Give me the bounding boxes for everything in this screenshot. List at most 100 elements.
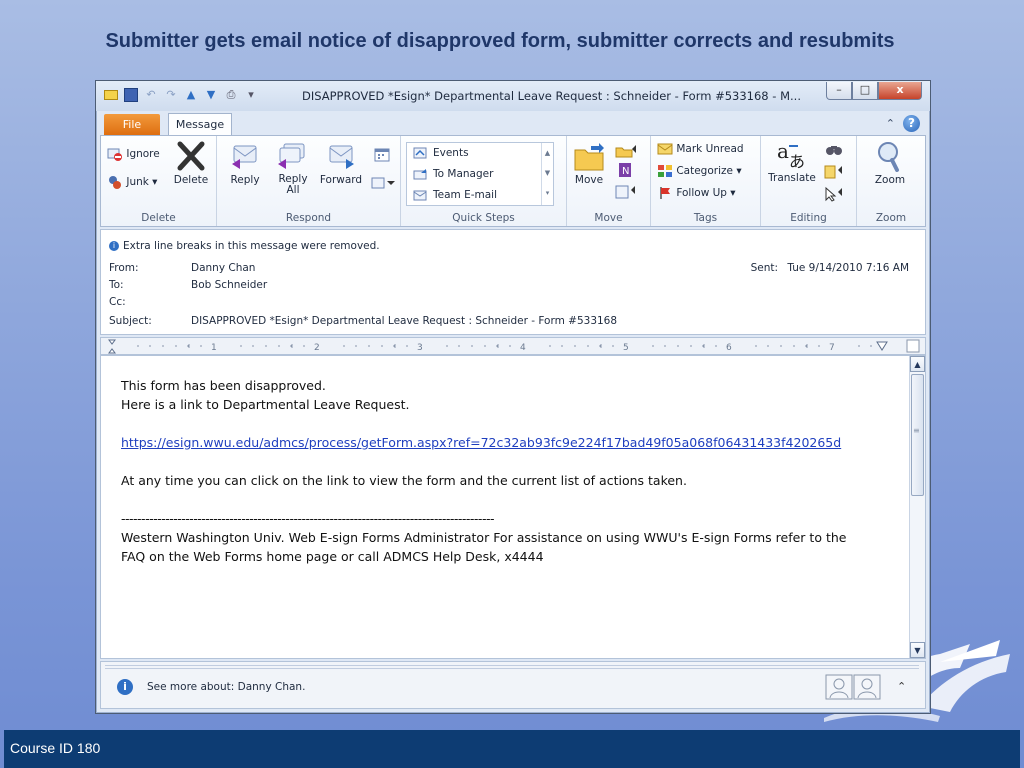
see-more-about[interactable]: See more about: Danny Chan. — [147, 681, 305, 693]
ruler-graphic: 1 2 3 4 5 6 7 — [108, 339, 920, 354]
svg-text:7: 7 — [829, 343, 835, 353]
minimize-button[interactable]: – — [826, 82, 852, 100]
tags-group-label: Tags — [693, 212, 718, 224]
quick-step-team-email[interactable]: Team E-mail — [413, 188, 497, 202]
scroll-grip-icon: ≡ — [913, 426, 920, 435]
message-body[interactable]: This form has been disapproved. Here is … — [100, 355, 926, 659]
quick-steps-group-label: Quick Steps — [452, 212, 515, 224]
magnifier-icon — [878, 142, 899, 172]
related-icon[interactable] — [823, 164, 845, 180]
meeting-icon[interactable] — [373, 146, 391, 164]
maximize-button[interactable]: □ — [852, 82, 878, 100]
find-icon[interactable] — [825, 142, 843, 158]
customize-toolbar-icon[interactable]: ▾ — [244, 88, 258, 102]
window-title: DISAPPROVED *Esign* Departmental Leave R… — [302, 89, 801, 103]
redo-icon[interactable]: ↷ — [164, 88, 178, 102]
body-scrollbar[interactable]: ▲ ≡ ▼ — [909, 356, 925, 658]
actions-icon[interactable] — [615, 184, 637, 200]
categorize-icon — [658, 165, 672, 177]
ignore-button[interactable]: Ignore — [107, 146, 160, 162]
message-header: i Extra line breaks in this message were … — [100, 229, 926, 335]
zoom-group-label: Zoom — [875, 212, 907, 224]
delete-button[interactable]: Delete — [171, 140, 211, 186]
zoom-group: Zoom Zoom — [857, 136, 925, 226]
svg-text:1: 1 — [211, 343, 217, 353]
title-bar: ↶ ↷ ▲ ▼ ⎙ ▾ DISAPPROVED *Esign* Departme… — [96, 81, 930, 111]
onenote-icon[interactable]: N — [617, 162, 633, 178]
close-button[interactable]: x — [878, 82, 922, 100]
subject-value: DISAPPROVED *Esign* Departmental Leave R… — [191, 315, 618, 327]
more-respond-icon[interactable] — [371, 176, 395, 190]
people-pane-divider[interactable] — [105, 665, 919, 669]
info-bar[interactable]: i Extra line breaks in this message were … — [109, 240, 380, 252]
subject-label: Subject: — [109, 315, 152, 327]
ruler[interactable]: 1 2 3 4 5 6 7 — [100, 337, 926, 355]
from-value[interactable]: Danny Chan — [191, 262, 255, 274]
collapse-ribbon-icon[interactable]: ⌃ — [886, 117, 895, 130]
scroll-down-arrow[interactable]: ▼ — [910, 642, 925, 658]
svg-text:6: 6 — [726, 343, 732, 353]
people-info-icon: i — [117, 679, 133, 695]
expand-people-pane-icon[interactable]: ⌃ — [897, 680, 906, 693]
zoom-button[interactable]: Zoom — [865, 140, 915, 186]
reply-all-button[interactable]: Reply All — [271, 142, 315, 196]
svg-text:5: 5 — [623, 343, 629, 353]
scroll-up-arrow[interactable]: ▲ — [910, 356, 925, 372]
quick-step-to-manager[interactable]: To Manager — [413, 167, 493, 181]
mark-unread-button[interactable]: Mark Unread — [657, 142, 744, 156]
to-manager-icon — [413, 169, 427, 180]
slide-footer: Course ID 180 — [4, 730, 1020, 768]
rules-icon[interactable] — [615, 142, 637, 158]
select-icon[interactable] — [823, 186, 845, 202]
save-icon[interactable] — [124, 88, 138, 102]
junk-icon — [109, 176, 121, 189]
svg-text:N: N — [622, 166, 629, 177]
sent-value: Tue 9/14/2010 7:16 AM — [787, 262, 909, 274]
from-label: From: — [109, 262, 139, 274]
undo-icon[interactable]: ↶ — [144, 88, 158, 102]
svg-text:3: 3 — [417, 343, 423, 353]
scroll-thumb[interactable] — [911, 374, 924, 496]
forward-button[interactable]: Forward — [317, 142, 365, 186]
tags-group: Mark Unread Categorize ▾ Follow Up ▾ Tag… — [651, 136, 761, 226]
delete-group-label: Delete — [141, 212, 176, 224]
ribbon-tabs: File Message ⌃ ? — [96, 111, 930, 135]
ribbon: Ignore Junk ▾ Delete Delete Reply Reply … — [100, 135, 926, 227]
help-icon[interactable]: ? — [903, 115, 920, 132]
signature-line-1: Western Washington Univ. Web E-sign Form… — [121, 530, 847, 545]
quick-steps-gallery: Events To Manager Team E-mail ▲ ▼ ▾ — [406, 142, 554, 206]
quick-steps-scrollbar[interactable]: ▲ ▼ ▾ — [541, 143, 553, 205]
delete-x-icon — [177, 141, 205, 171]
team-email-icon — [413, 190, 427, 201]
junk-button[interactable]: Junk ▾ — [107, 174, 157, 190]
reply-button[interactable]: Reply — [223, 142, 267, 186]
editing-group-label: Editing — [790, 212, 827, 224]
quick-steps-group: Events To Manager Team E-mail ▲ ▼ ▾ Quic… — [401, 136, 567, 226]
follow-up-button[interactable]: Follow Up ▾ — [657, 186, 736, 200]
up-arrow-icon[interactable]: ▲ — [184, 88, 198, 102]
down-arrow-icon[interactable]: ▼ — [204, 88, 218, 102]
print-icon[interactable]: ⎙ — [224, 88, 238, 102]
message-text: This form has been disapproved. Here is … — [121, 376, 901, 566]
contact-photo-icon[interactable] — [825, 674, 881, 700]
delete-group: Ignore Junk ▾ Delete Delete — [101, 136, 217, 226]
to-value[interactable]: Bob Schneider — [191, 279, 267, 291]
body-line-1: This form has been disapproved. — [121, 378, 326, 393]
events-icon — [413, 147, 427, 159]
body-line-3: At any time you can click on the link to… — [121, 473, 687, 488]
translate-button[interactable]: aあ Translate — [765, 140, 819, 184]
move-button[interactable]: Move — [569, 142, 609, 186]
slide-title: Submitter gets email notice of disapprov… — [105, 30, 895, 52]
tab-message[interactable]: Message — [168, 113, 232, 135]
mail-icon[interactable] — [104, 90, 118, 100]
form-link[interactable]: https://esign.wwu.edu/admcs/process/getF… — [121, 435, 841, 450]
flag-icon — [660, 187, 670, 199]
quick-step-events[interactable]: Events — [413, 146, 469, 160]
quick-access-toolbar: ↶ ↷ ▲ ▼ ⎙ ▾ — [104, 88, 258, 102]
to-label: To: — [109, 279, 124, 291]
editing-group: aあ Translate Editing — [761, 136, 857, 226]
outlook-message-window: ↶ ↷ ▲ ▼ ⎙ ▾ DISAPPROVED *Esign* Departme… — [95, 80, 931, 714]
respond-group-label: Respond — [285, 212, 332, 224]
tab-file[interactable]: File — [104, 114, 160, 135]
categorize-button[interactable]: Categorize ▾ — [657, 164, 742, 178]
